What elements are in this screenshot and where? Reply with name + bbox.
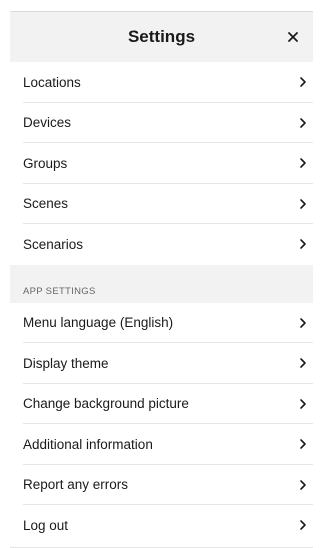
settings-item-devices[interactable]: Devices — [10, 102, 313, 143]
settings-screen: Settings Locations Devices Groups Scenes… — [0, 0, 323, 548]
settings-item-label: Report any errors — [23, 477, 129, 493]
chevron-right-icon — [299, 198, 307, 210]
page-title: Settings — [127, 27, 196, 46]
settings-item-label: Scenarios — [23, 236, 84, 252]
settings-item-display-theme[interactable]: Display theme — [10, 343, 313, 384]
settings-item-menu-language[interactable]: Menu language (English) — [10, 302, 313, 343]
settings-item-label: Change background picture — [23, 396, 189, 412]
section-title: APP SETTINGS — [23, 285, 96, 297]
settings-item-scenes[interactable]: Scenes — [10, 183, 313, 224]
settings-item-label: Log out — [23, 517, 69, 533]
settings-item-label: Groups — [23, 155, 68, 171]
close-button[interactable] — [281, 25, 305, 49]
chevron-right-icon — [299, 76, 307, 88]
settings-item-scenarios[interactable]: Scenarios — [10, 224, 313, 265]
settings-item-additional-information[interactable]: Additional information — [10, 424, 313, 465]
settings-item-label: Menu language (English) — [23, 315, 174, 331]
chevron-right-icon — [299, 317, 307, 329]
chevron-right-icon — [299, 238, 307, 250]
chevron-right-icon — [299, 438, 307, 450]
settings-item-report-errors[interactable]: Report any errors — [10, 464, 313, 505]
chevron-right-icon — [299, 157, 307, 169]
settings-item-change-background[interactable]: Change background picture — [10, 383, 313, 424]
settings-item-label: Additional information — [23, 436, 153, 452]
app-settings-section-header: APP SETTINGS — [10, 264, 313, 303]
settings-item-label: Locations — [23, 74, 81, 90]
settings-list: Locations Devices Groups Scenes Scenario — [10, 62, 313, 546]
chevron-right-icon — [299, 479, 307, 491]
settings-item-label: Devices — [23, 115, 72, 131]
settings-item-label: Scenes — [23, 196, 69, 212]
settings-header: Settings — [10, 12, 313, 62]
chevron-right-icon — [299, 117, 307, 129]
settings-item-groups[interactable]: Groups — [10, 143, 313, 184]
chevron-right-icon — [299, 398, 307, 410]
chevron-right-icon — [299, 519, 307, 531]
chevron-right-icon — [299, 357, 307, 369]
settings-item-label: Display theme — [23, 355, 109, 371]
close-icon — [281, 25, 305, 49]
settings-item-log-out[interactable]: Log out — [10, 505, 313, 546]
settings-item-locations[interactable]: Locations — [10, 62, 313, 103]
